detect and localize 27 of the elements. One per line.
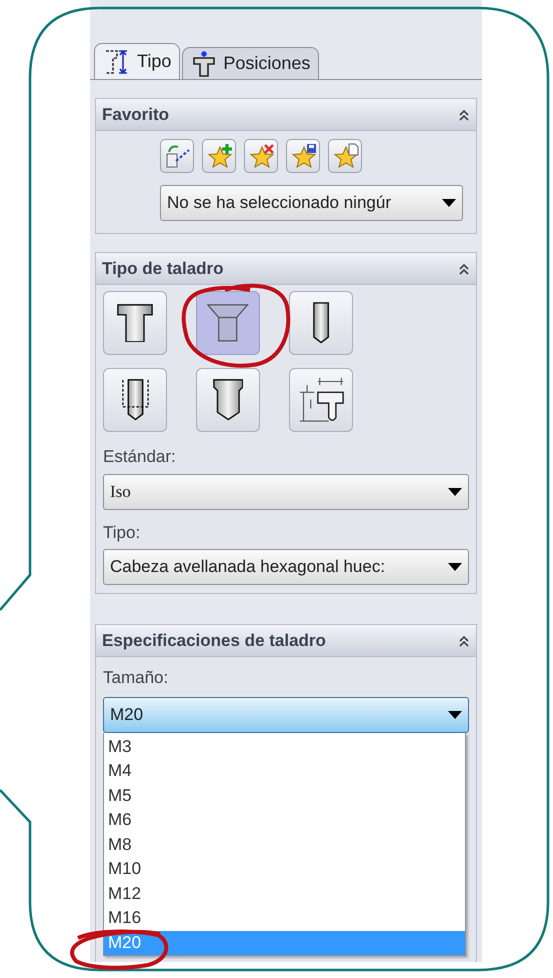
dropdown-value: M20 — [110, 704, 144, 726]
dropdown-value: Iso — [110, 480, 131, 503]
tab[interactable]: Tipo — [94, 43, 180, 79]
dropdown-option[interactable]: M3 — [104, 734, 465, 759]
dropdown-value: No se ha seleccionado ningúr — [167, 192, 391, 214]
dropdown-option[interactable]: M10 — [104, 857, 465, 882]
field-label: Tamaño: — [103, 667, 170, 689]
dropdown[interactable]: M20 — [103, 696, 469, 732]
dropdown-option[interactable]: M6 — [104, 808, 465, 832]
section-title: Favorito — [102, 104, 170, 126]
section-header[interactable]: Especificaciones de taladro — [96, 625, 476, 657]
dropdown-option[interactable]: M8 — [104, 832, 465, 857]
dropdown[interactable]: Cabeza avellanada hexagonal huec: — [103, 549, 469, 585]
section-title: Especificaciones de taladro — [102, 630, 326, 652]
field-label: Estándar: — [103, 446, 177, 468]
section-header[interactable]: Tipo de taladro — [96, 253, 476, 285]
dropdown-option[interactable]: M5 — [104, 784, 465, 808]
dropdown-option[interactable]: M4 — [104, 759, 465, 784]
tab[interactable]: Posiciones — [182, 47, 320, 79]
section-title: Tipo de taladro — [102, 258, 224, 280]
section-header[interactable]: Favorito — [96, 99, 476, 131]
dropdown-value: Cabeza avellanada hexagonal huec: — [110, 556, 386, 578]
field-label: Tipo: — [103, 522, 142, 544]
dropdown[interactable]: Iso — [103, 474, 469, 510]
dropdown[interactable]: No se ha seleccionado ningúr — [160, 185, 463, 221]
dropdown-option[interactable]: M12 — [104, 882, 465, 906]
dropdown-option[interactable]: M16 — [104, 906, 465, 930]
